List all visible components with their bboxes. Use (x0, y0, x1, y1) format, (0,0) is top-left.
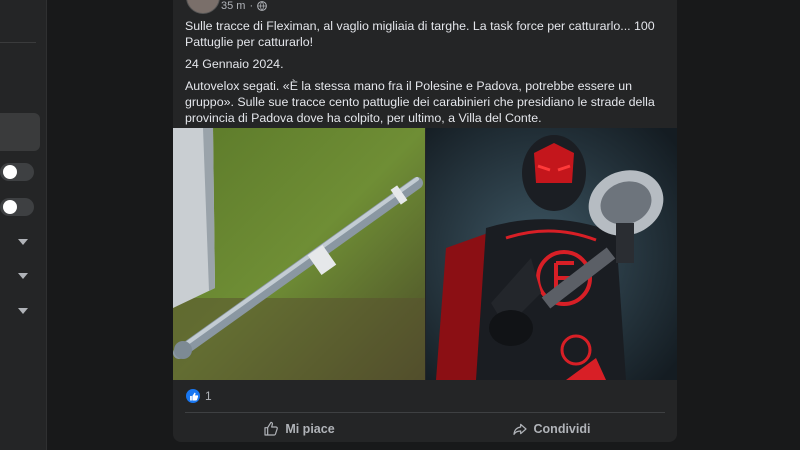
like-button[interactable]: Mi piace (173, 414, 425, 442)
avatar[interactable] (186, 0, 220, 14)
post-paragraph: Sulle tracce di Fleximan, al vaglio migl… (185, 19, 655, 49)
chevron-down-icon[interactable] (18, 239, 28, 245)
post-card: 35 m · Sulle tracce di Fleximan, al vagl… (173, 0, 677, 442)
chevron-down-icon[interactable] (18, 273, 28, 279)
post-media (173, 128, 677, 380)
reaction-summary[interactable]: 1 (186, 389, 212, 403)
sidebar-divider (0, 42, 36, 43)
speed-camera-pole-photo[interactable] (173, 128, 425, 380)
globe-icon (257, 1, 268, 11)
action-divider (185, 412, 665, 413)
post-timestamp[interactable]: 35 m (221, 0, 245, 12)
toggle-knob (3, 165, 17, 179)
post-text: Sulle tracce di Fleximan, al vaglio migl… (185, 18, 655, 132)
toggle-knob (3, 200, 17, 214)
sidebar-toggle-1[interactable] (0, 163, 34, 181)
post-actions: Mi piace Condividi (173, 414, 677, 442)
like-label: Mi piace (285, 422, 335, 436)
share-button[interactable]: Condividi (425, 414, 677, 442)
post-paragraph: 24 Gennaio 2024. (185, 57, 284, 71)
share-label: Condividi (533, 422, 591, 436)
share-icon (512, 423, 527, 435)
left-sidebar (0, 0, 47, 450)
sidebar-toggle-2[interactable] (0, 198, 34, 216)
reaction-count: 1 (205, 389, 212, 403)
chevron-down-icon[interactable] (18, 308, 28, 314)
fleximan-illustration[interactable] (426, 128, 677, 380)
post-meta: 35 m · (221, 0, 268, 12)
post-paragraph: Autovelox segati. «È la stessa mano fra … (185, 79, 655, 125)
like-bubble-icon (186, 389, 200, 403)
thumbs-up-icon (264, 421, 279, 436)
sidebar-active-item[interactable] (0, 113, 40, 151)
